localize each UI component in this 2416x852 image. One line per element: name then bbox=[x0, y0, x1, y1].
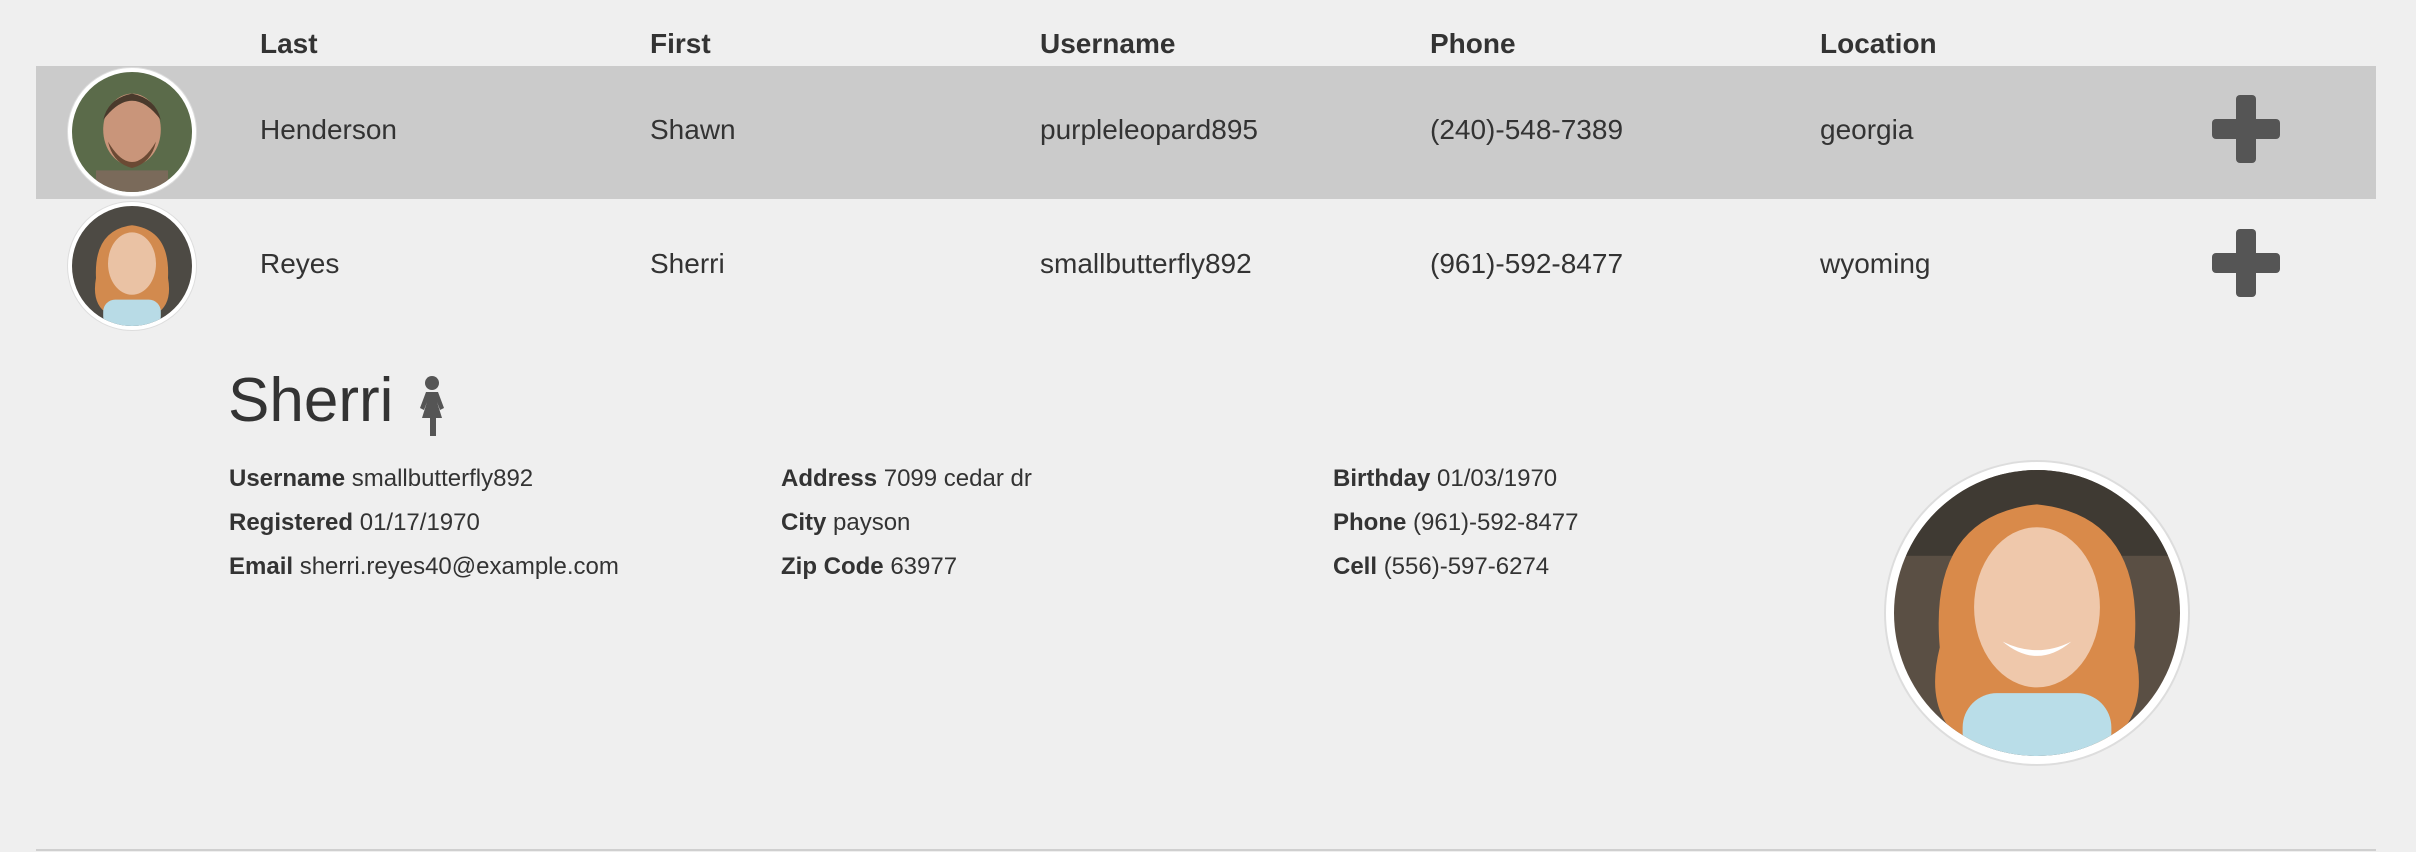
plus-icon[interactable] bbox=[2212, 229, 2280, 297]
cell-first: Sherri bbox=[650, 248, 725, 279]
detail-zip: Zip Code 63977 bbox=[781, 553, 958, 580]
table-row[interactable]: Reyes Sherri smallbutterfly892 (961)-592… bbox=[36, 200, 2376, 333]
column-header-last[interactable]: Last bbox=[260, 28, 318, 60]
plus-icon[interactable] bbox=[2212, 95, 2280, 163]
detail-username: Username smallbutterfly892 bbox=[229, 465, 534, 492]
column-header-first[interactable]: First bbox=[650, 28, 711, 60]
column-header-username[interactable]: Username bbox=[1040, 28, 1175, 60]
detail-address: Address 7099 cedar dr bbox=[781, 465, 1032, 492]
cell-last: Reyes bbox=[260, 248, 340, 279]
female-portrait-icon bbox=[1894, 470, 2180, 756]
detail-cell: Cell (556)-597-6274 bbox=[1333, 553, 1550, 580]
table-row[interactable]: Henderson Shawn purpleleopard895 (240)-5… bbox=[36, 66, 2376, 199]
cell-phone: (240)-548-7389 bbox=[1430, 114, 1624, 145]
cell-location: wyoming bbox=[1820, 248, 1931, 279]
cell-location: georgia bbox=[1820, 114, 1914, 145]
female-icon bbox=[420, 376, 444, 436]
detail-birthday: Birthday 01/03/1970 bbox=[1333, 465, 1558, 492]
cell-last: Henderson bbox=[260, 114, 397, 145]
male-portrait-icon bbox=[72, 72, 192, 192]
column-header-location[interactable]: Location bbox=[1820, 28, 1937, 60]
avatar bbox=[68, 202, 196, 330]
cell-username: purpleleopard895 bbox=[1040, 114, 1258, 145]
detail-email: Email sherri.reyes40@example.com bbox=[229, 553, 619, 580]
detail-registered: Registered 01/17/1970 bbox=[229, 509, 480, 536]
avatar bbox=[68, 68, 196, 196]
detail-name: Sherri bbox=[228, 366, 394, 435]
detail-city: City payson bbox=[781, 509, 911, 536]
cell-username: smallbutterfly892 bbox=[1040, 248, 1252, 279]
column-header-phone[interactable]: Phone bbox=[1430, 28, 1516, 60]
detail-avatar bbox=[1886, 462, 2188, 764]
divider bbox=[36, 849, 2376, 851]
detail-phone: Phone (961)-592-8477 bbox=[1333, 509, 1579, 536]
cell-phone: (961)-592-8477 bbox=[1430, 248, 1624, 279]
cell-first: Shawn bbox=[650, 114, 736, 145]
female-portrait-icon bbox=[72, 206, 192, 326]
table-header: Last First Username Phone Location bbox=[0, 0, 2416, 66]
